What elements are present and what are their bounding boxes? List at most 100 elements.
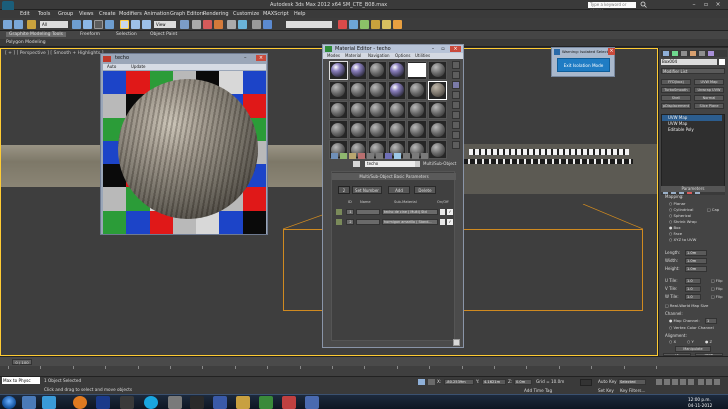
modifier-list-dropdown[interactable]: Modifier List	[661, 68, 725, 74]
tab-graphite-modeling-tools[interactable]: Graphite Modeling Tools	[6, 32, 67, 37]
sample-slot[interactable]	[387, 80, 407, 100]
display-tab-icon[interactable]	[699, 51, 705, 56]
exit-isolation-mode-button[interactable]: Exit Isolation Mode	[557, 58, 610, 72]
menu-modifiers[interactable]: Modifiers	[119, 11, 142, 17]
menu-navigation[interactable]: Navigation	[368, 53, 390, 58]
ffd-box-button[interactable]: FFD(box)	[661, 79, 691, 85]
utilities-tab-icon[interactable]	[708, 51, 714, 56]
real-world-map-size-checkbox[interactable]: □ Real-World Map Size	[665, 303, 708, 308]
sample-slot-active[interactable]	[428, 80, 447, 100]
mapping-cylindrical-radio[interactable]: ○ Cylindrical	[669, 207, 693, 212]
background-checker-icon[interactable]	[452, 81, 460, 89]
move-icon[interactable]	[120, 20, 129, 29]
go-to-parent-icon[interactable]	[412, 153, 419, 159]
select-object-icon[interactable]	[72, 20, 81, 29]
sample-slot[interactable]	[407, 61, 428, 80]
backlight-icon[interactable]	[452, 71, 460, 79]
sub-material-swatch[interactable]	[336, 209, 342, 215]
sample-slot[interactable]	[368, 100, 387, 120]
warning-close-button[interactable]: ×	[608, 48, 615, 55]
checker-minimize-button[interactable]: –	[244, 55, 251, 61]
material-id-channel-icon[interactable]	[385, 153, 392, 159]
sample-slot[interactable]	[329, 120, 348, 140]
sample-slot[interactable]	[428, 120, 447, 140]
explorer-folder-app-icon[interactable]	[120, 396, 134, 409]
graphite-toggle-icon[interactable]	[263, 20, 272, 29]
menu-options[interactable]: Options	[395, 53, 410, 58]
time-slider-track[interactable]: 0 / 100	[0, 356, 728, 366]
material-name-field[interactable]: techo	[365, 161, 420, 167]
sub-material-toggle[interactable]: ✓	[447, 219, 453, 225]
selection-filter-dropdown[interactable]: All	[40, 21, 68, 28]
show-end-result-icon[interactable]	[403, 153, 410, 159]
reset-map-icon[interactable]	[358, 153, 365, 159]
render-production-icon[interactable]	[393, 20, 402, 29]
sub-material-button[interactable]: hormigon amarillo ( Stand...	[382, 219, 438, 225]
search-input[interactable]: Type a keyword or phrase	[588, 2, 636, 13]
column-on-off[interactable]: On/Off	[437, 200, 449, 204]
object-color-swatch[interactable]	[719, 59, 725, 65]
options-icon[interactable]	[452, 121, 460, 129]
stack-item-editable-poly[interactable]: Editable Poly	[662, 127, 722, 133]
align-y-radio[interactable]: ○ Y	[687, 339, 694, 344]
folder-app-icon[interactable]	[236, 396, 250, 409]
get-material-icon[interactable]	[331, 153, 338, 159]
explorer-app-icon[interactable]	[22, 396, 36, 409]
maximize-button[interactable]: ▫	[702, 1, 710, 8]
sample-slot[interactable]	[428, 61, 447, 80]
sub-material-color[interactable]	[440, 219, 445, 225]
previous-frame-icon[interactable]	[664, 379, 670, 385]
make-preview-icon[interactable]	[452, 111, 460, 119]
create-tab-icon[interactable]	[663, 51, 669, 56]
checker-close-button[interactable]: ×	[256, 55, 266, 61]
height-spinner[interactable]: 1.0m	[685, 266, 707, 272]
eyedropper-icon[interactable]	[353, 161, 360, 167]
mat-close-button[interactable]: ×	[450, 46, 461, 52]
sample-slot[interactable]	[368, 80, 387, 100]
time-slider[interactable]: 0 / 100	[12, 359, 32, 365]
sub-material-id[interactable]: 1	[346, 209, 354, 215]
mapping-xyz-to-uvw-radio[interactable]: ○ XYZ to UVW	[669, 237, 696, 242]
normal-button[interactable]: Normal	[694, 95, 724, 101]
y-coordinate[interactable]: 4.1621m	[482, 379, 506, 385]
menu-animation[interactable]: Animation	[144, 11, 170, 17]
go-to-start-icon[interactable]	[656, 379, 662, 385]
u-tile-spinner[interactable]: 1.0	[685, 278, 701, 284]
minimize-button[interactable]: –	[690, 1, 698, 8]
sample-slot[interactable]	[329, 100, 348, 120]
named-selection-set-input[interactable]	[286, 21, 332, 28]
redo-icon[interactable]	[14, 20, 23, 29]
zoom-icon[interactable]	[698, 379, 704, 385]
next-frame-icon[interactable]	[680, 379, 686, 385]
curve-editor-icon[interactable]	[338, 20, 347, 29]
sub-material-swatch[interactable]	[336, 219, 342, 225]
put-to-scene-icon[interactable]	[340, 153, 347, 159]
sub-material-color[interactable]	[440, 209, 445, 215]
rect-region-icon[interactable]	[94, 20, 103, 29]
sample-slot[interactable]	[368, 120, 387, 140]
sample-slot[interactable]	[407, 80, 428, 100]
sample-slot[interactable]	[407, 100, 428, 120]
layer-manager-icon[interactable]	[252, 20, 261, 29]
scale-icon[interactable]	[142, 20, 151, 29]
v-tile-spinner[interactable]: 1.0	[685, 286, 701, 292]
object-name-field[interactable]: Box004	[661, 59, 717, 65]
pdf-app-icon[interactable]	[282, 396, 296, 409]
viewport-label[interactable]: [ + ] [ Perspective ] [ Smooth + Highlig…	[5, 51, 103, 56]
menu-tools[interactable]: Tools	[38, 11, 50, 17]
set-key-icon[interactable]	[580, 379, 592, 386]
lock-selection-icon[interactable]	[418, 379, 425, 385]
selected-dropdown[interactable]: Selected	[618, 379, 646, 385]
align-z-radio[interactable]: ● Z	[705, 339, 712, 344]
name-dropdown-arrow[interactable]	[415, 161, 420, 167]
rotate-icon[interactable]	[131, 20, 140, 29]
window-crossing-icon[interactable]	[105, 20, 114, 29]
map-channel-radio[interactable]: ● Map Channel:	[669, 318, 700, 323]
orbit-icon[interactable]	[714, 379, 720, 385]
sample-slot[interactable]	[348, 100, 368, 120]
close-button[interactable]: ×	[714, 1, 722, 8]
set-number-button[interactable]: Set Number	[352, 186, 382, 194]
modify-tab-icon[interactable]	[672, 51, 678, 56]
menu-help[interactable]: Help	[294, 11, 305, 17]
play-icon[interactable]	[672, 379, 678, 385]
